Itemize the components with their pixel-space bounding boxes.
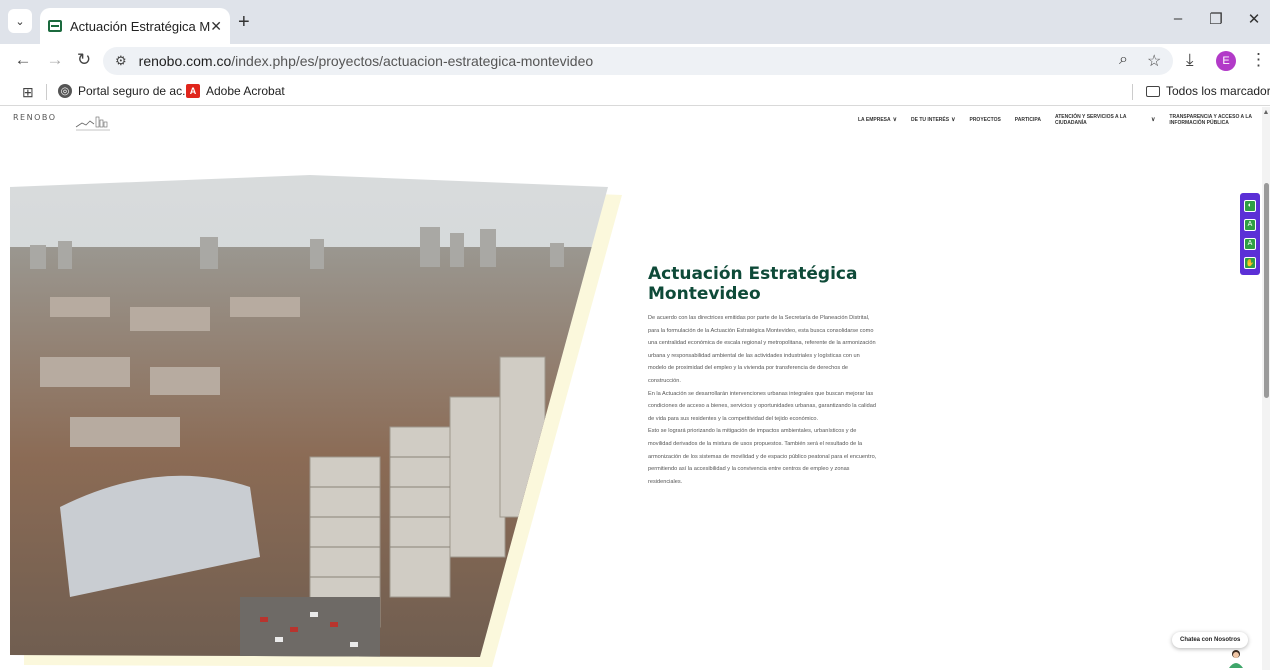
- nav-atencion-chevron[interactable]: ∨: [1149, 117, 1155, 123]
- nav-de-tu-interes[interactable]: DE TU INTERÉS ∨: [911, 117, 955, 123]
- all-bookmarks-button[interactable]: Todos los marcadores: [1146, 84, 1270, 98]
- chevron-down-icon: ∨: [892, 117, 898, 123]
- sign-language-icon[interactable]: ✋: [1244, 256, 1256, 269]
- back-button[interactable]: ←: [12, 50, 34, 70]
- text-decrease-icon[interactable]: A: [1244, 237, 1256, 250]
- scroll-up-arrow-icon[interactable]: ▲: [1262, 109, 1270, 116]
- hero-description: De acuerdo con las directrices emitidas …: [648, 312, 878, 488]
- reload-button[interactable]: ↻: [73, 50, 95, 70]
- forward-button[interactable]: →: [44, 50, 66, 70]
- site-info-icon[interactable]: ⚙: [115, 53, 127, 69]
- page-scrollbar-thumb[interactable]: [1264, 183, 1269, 398]
- all-bookmarks-label: Todos los marcadores: [1166, 84, 1270, 98]
- chevron-down-icon: ∨: [1151, 117, 1156, 123]
- bookmarks-divider: [1132, 84, 1133, 100]
- bogota-logo-icon[interactable]: [74, 111, 114, 133]
- bookmark-label: Adobe Acrobat: [206, 84, 285, 98]
- chat-button[interactable]: Chatea con Nosotros: [1172, 632, 1249, 648]
- main-nav: LA EMPRESA ∨ DE TU INTERÉS ∨ PROYECTOS PAR…: [858, 114, 1270, 126]
- browser-tab-bar: ⌄ Actuación Estratégica Montevid ✕ + – ❐…: [0, 0, 1270, 44]
- browser-toolbar: ← → ↻ ⚙ renobo.com.co/index.php/es/proye…: [0, 44, 1270, 78]
- nav-transparencia[interactable]: TRANSPARENCIA Y ACCESO A LA INFORMACIÓN …: [1169, 114, 1257, 126]
- bookmark-label: Portal seguro de ac...: [78, 84, 193, 98]
- restore-button[interactable]: ❐: [1204, 10, 1228, 28]
- bookmark-adobe-acrobat[interactable]: A Adobe Acrobat: [186, 84, 285, 98]
- chat-avatar-icon[interactable]: [1226, 648, 1246, 668]
- bookmarks-divider: [46, 84, 47, 100]
- address-bar[interactable]: ⚙ renobo.com.co/index.php/es/proyectos/a…: [103, 47, 1173, 75]
- web-page: RENOBO LA EMPRESA ∨ DE TU INTERÉS ∨ PROYEC…: [0, 107, 1270, 670]
- apps-grid-icon[interactable]: ⊞: [22, 84, 34, 101]
- hero-text-block: Actuación Estratégica Montevideo De acue…: [648, 264, 878, 488]
- hero-aerial-image: [10, 175, 622, 667]
- site-header: RENOBO LA EMPRESA ∨ DE TU INTERÉS ∨ PROYEC…: [0, 107, 1262, 139]
- acrobat-icon: A: [186, 84, 200, 98]
- renobo-logo[interactable]: RENOBO: [13, 113, 57, 122]
- text-increase-icon[interactable]: A: [1244, 218, 1256, 231]
- zoom-icon[interactable]: ⌕: [1119, 51, 1128, 69]
- accessibility-toolbar: ◐ A A ✋: [1240, 193, 1260, 275]
- tab-close-button[interactable]: ✕: [210, 18, 222, 35]
- nav-proyectos[interactable]: PROYECTOS: [969, 117, 1000, 123]
- profile-avatar[interactable]: E: [1216, 51, 1236, 71]
- new-tab-button[interactable]: +: [238, 12, 250, 32]
- active-tab[interactable]: Actuación Estratégica Montevid ✕: [40, 8, 230, 44]
- minimize-button[interactable]: –: [1166, 10, 1190, 27]
- url-host: renobo.com.co: [138, 53, 232, 69]
- nav-participa[interactable]: PARTICIPA: [1015, 117, 1041, 123]
- contrast-icon[interactable]: ◐: [1244, 199, 1256, 212]
- nav-atencion-ciudadania[interactable]: ATENCIÓN Y SERVICIOS A LA CIUDADANÍA: [1055, 114, 1135, 126]
- chevron-down-icon: ∨: [951, 117, 956, 123]
- bookmarks-bar: ⊞ ◎ Portal seguro de ac... A Adobe Acrob…: [0, 78, 1270, 106]
- page-title: Actuación Estratégica Montevideo: [648, 264, 858, 304]
- globe-icon: ◎: [58, 84, 72, 98]
- nav-la-empresa[interactable]: LA EMPRESA ∨: [858, 117, 897, 123]
- hero-paragraph: Esto se logrará priorizando la mitigació…: [648, 428, 877, 485]
- download-icon[interactable]: ⤓: [1186, 50, 1194, 70]
- tab-title: Actuación Estratégica Montevid: [70, 18, 210, 34]
- hero-paragraph: En la Actuación se desarrollarán interve…: [648, 390, 876, 422]
- hero-paragraph: De acuerdo con las directrices emitidas …: [648, 315, 876, 384]
- bookmark-star-icon[interactable]: ☆: [1147, 51, 1161, 71]
- tab-search-button[interactable]: ⌄: [8, 9, 32, 33]
- bookmark-portal-seguro[interactable]: ◎ Portal seguro de ac...: [58, 84, 192, 98]
- close-window-button[interactable]: ✕: [1242, 10, 1266, 28]
- site-favicon-icon: [48, 20, 62, 32]
- folder-icon: [1146, 85, 1160, 97]
- url-path: /index.php/es/proyectos/actuacion-estrat…: [231, 53, 594, 69]
- menu-kebab-icon[interactable]: ⋮: [1250, 50, 1267, 70]
